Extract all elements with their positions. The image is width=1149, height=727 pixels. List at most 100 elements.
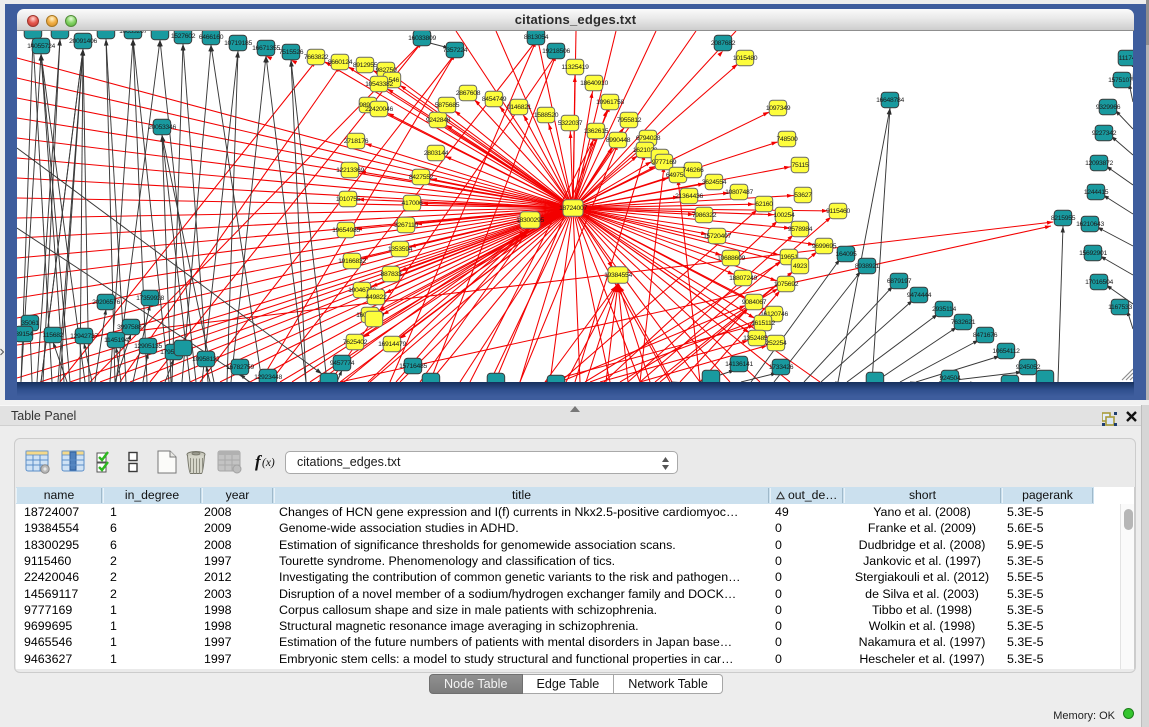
svg-text:19166832: 19166832 [338, 258, 366, 265]
svg-text:11174: 11174 [1119, 55, 1133, 62]
svg-text:8427552: 8427552 [409, 174, 434, 181]
svg-text:18640910: 18640910 [580, 80, 608, 87]
svg-text:5875685: 5875685 [435, 102, 460, 109]
svg-text:115682: 115682 [43, 332, 64, 339]
svg-text:12093872: 12093872 [1085, 160, 1113, 167]
svg-text:1075692: 1075692 [774, 281, 799, 288]
svg-text:8471676: 8471676 [973, 332, 998, 339]
svg-text:2935114: 2935114 [932, 306, 956, 313]
svg-text:16648784: 16648784 [876, 97, 904, 104]
svg-text:8990448: 8990448 [606, 137, 631, 144]
svg-text:1167533: 1167533 [1108, 304, 1132, 311]
svg-text:8938921: 8938921 [855, 263, 880, 270]
svg-text:9146821: 9146821 [507, 104, 532, 111]
svg-text:16210643: 16210643 [1076, 221, 1104, 228]
svg-text:16671355: 16671355 [252, 45, 280, 52]
svg-text:2803144: 2803144 [424, 150, 449, 157]
svg-text:1010755: 1010755 [336, 196, 361, 203]
svg-text:16914479: 16914479 [378, 341, 406, 348]
svg-text:8454749: 8454749 [482, 96, 507, 103]
svg-text:1733426: 1733426 [769, 364, 794, 371]
svg-text:1362615: 1362615 [584, 128, 609, 135]
svg-text:9777169: 9777169 [652, 159, 677, 166]
svg-text:10543382: 10543382 [365, 81, 393, 88]
svg-text:17359928: 17359928 [136, 295, 164, 302]
svg-text:19218506: 19218506 [542, 48, 570, 55]
svg-text:1097349: 1097349 [766, 105, 791, 112]
svg-text:20091406: 20091406 [69, 38, 97, 45]
svg-text:39975887: 39975887 [117, 324, 145, 331]
svg-text:12942737: 12942737 [70, 333, 98, 340]
svg-text:12905135: 12905135 [134, 343, 162, 350]
svg-text:15692901: 15692901 [1079, 250, 1107, 257]
svg-text:8813054: 8813054 [524, 34, 549, 41]
svg-text:100254: 100254 [774, 212, 795, 219]
svg-text:(x): (x) [262, 457, 275, 469]
svg-text:20206576: 20206576 [92, 299, 120, 306]
svg-text:7515526: 7515526 [279, 49, 304, 56]
svg-text:16033809: 16033809 [408, 35, 436, 42]
svg-text:746266: 746266 [683, 167, 704, 174]
svg-text:10807487: 10807487 [725, 189, 753, 196]
svg-text:2718176: 2718176 [344, 138, 369, 145]
svg-text:9699695: 9699695 [812, 243, 837, 250]
svg-text:14055724: 14055724 [27, 43, 55, 50]
svg-text:1588520: 1588520 [534, 112, 559, 119]
svg-text:19384554: 19384554 [604, 272, 632, 279]
svg-text:11325419: 11325419 [561, 64, 589, 71]
svg-text:887833: 887833 [381, 271, 402, 278]
svg-text:15751074: 15751074 [1108, 77, 1133, 84]
svg-text:9115460: 9115460 [826, 208, 850, 215]
svg-text:9578984: 9578984 [788, 226, 813, 233]
svg-text:20053346: 20053346 [148, 124, 176, 131]
svg-text:748500: 748500 [777, 136, 798, 143]
svg-text:8912955: 8912955 [353, 62, 378, 69]
svg-text:18724007: 18724007 [559, 205, 587, 212]
svg-text:7986322: 7986322 [692, 212, 717, 219]
svg-text:10654112: 10654112 [992, 348, 1020, 355]
svg-text:7663822: 7663822 [304, 54, 329, 61]
svg-text:2087682: 2087682 [711, 40, 736, 47]
svg-text:924504: 924504 [940, 375, 961, 382]
svg-text:62160: 62160 [755, 201, 773, 208]
svg-text:2867608: 2867608 [456, 90, 481, 97]
svg-text:12923448: 12923448 [254, 374, 282, 381]
svg-text:15716485: 15716485 [399, 363, 427, 370]
svg-text:7632621: 7632621 [951, 319, 976, 326]
svg-text:1244415: 1244415 [1084, 189, 1109, 196]
svg-text:21364436: 21364436 [675, 193, 703, 200]
svg-text:5322037: 5322037 [558, 120, 583, 127]
svg-text:75115: 75115 [792, 162, 809, 169]
svg-text:7357224: 7357224 [443, 47, 468, 54]
svg-text:417006: 417006 [402, 200, 423, 207]
svg-text:19654985: 19654985 [332, 227, 360, 234]
svg-text:3624554: 3624554 [702, 179, 727, 186]
svg-text:7625402: 7625402 [343, 339, 368, 346]
svg-text:9084067: 9084067 [742, 299, 767, 306]
svg-text:18300295: 18300295 [516, 217, 544, 224]
svg-text:1145194: 1145194 [104, 337, 128, 344]
svg-text:9474444: 9474444 [907, 292, 932, 299]
svg-text:53627: 53627 [794, 192, 812, 199]
svg-text:7955812: 7955812 [617, 117, 642, 124]
svg-text:9227342: 9227342 [1092, 130, 1117, 137]
svg-text:1615112: 1615112 [751, 320, 775, 327]
svg-text:10653267: 10653267 [119, 31, 147, 35]
svg-text:1527602: 1527602 [171, 33, 196, 40]
svg-text:10688609: 10688609 [717, 255, 745, 262]
svg-text:9457774: 9457774 [330, 360, 355, 367]
svg-text:252254: 252254 [766, 340, 787, 347]
svg-text:9329966: 9329966 [1096, 104, 1121, 111]
svg-text:17016504: 17016504 [1085, 279, 1113, 286]
svg-text:10958127: 10958127 [192, 356, 220, 363]
svg-text:9242848: 9242848 [426, 117, 451, 124]
svg-text:6794028: 6794028 [636, 135, 661, 142]
svg-text:8215955: 8215955 [1051, 215, 1076, 222]
svg-text:16782759: 16782759 [226, 364, 254, 371]
svg-text:1353594: 1353594 [388, 246, 413, 253]
svg-text:22420046: 22420046 [365, 106, 393, 113]
svg-text:39154: 39154 [17, 331, 33, 338]
svg-text:164095: 164095 [836, 251, 857, 258]
svg-text:10961758: 10961758 [596, 99, 624, 106]
svg-text:6879197: 6879197 [887, 278, 912, 285]
